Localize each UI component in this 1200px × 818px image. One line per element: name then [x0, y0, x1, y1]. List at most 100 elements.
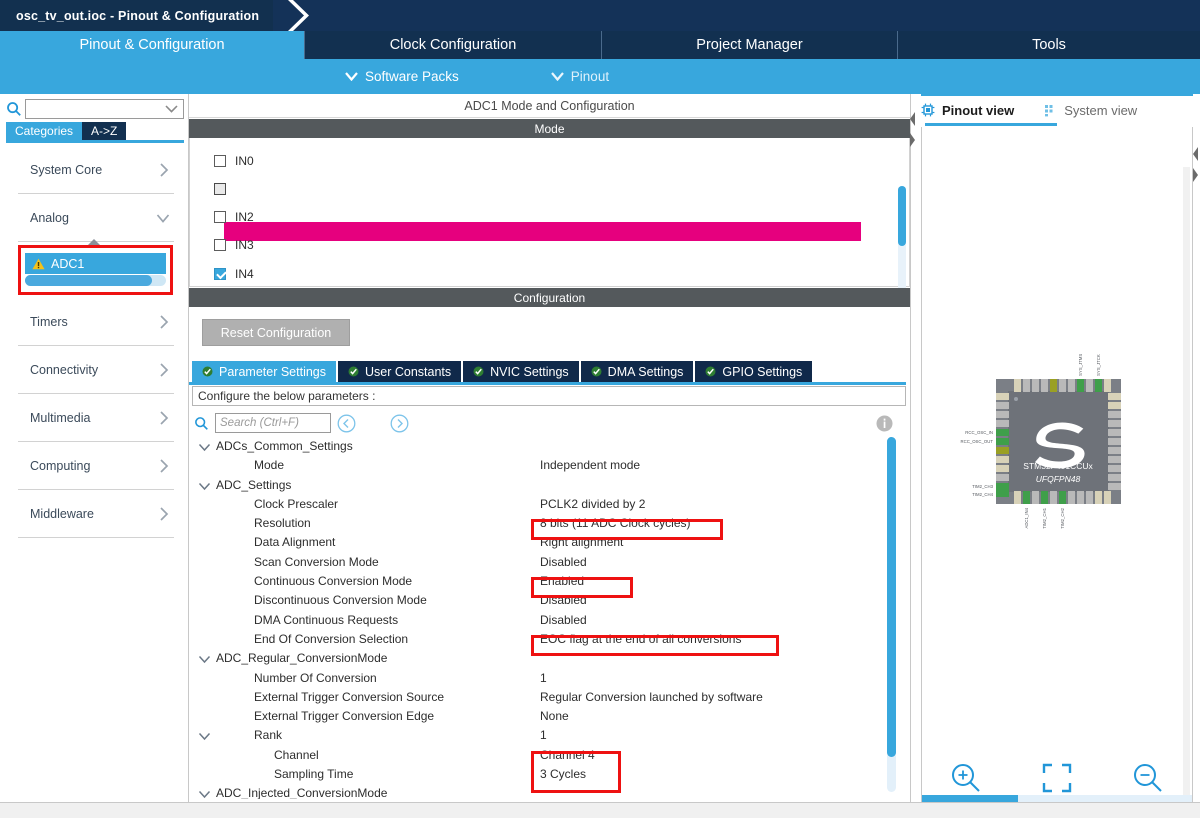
tree-row[interactable]: DMA Continuous Requests Disabled: [192, 611, 892, 630]
tab-label: Clock Configuration: [389, 37, 517, 53]
mode-scrollbar-thumb[interactable]: [898, 186, 906, 246]
tree-row[interactable]: Rank 1: [192, 726, 892, 745]
tree-row-value[interactable]: Disabled: [540, 555, 587, 569]
tree-row-value[interactable]: Disabled: [540, 593, 587, 607]
chip-diagram[interactable]: STM32F401CCUx UFQFPN48 RCC_OSC_IN RCC_OS…: [946, 337, 1186, 547]
tree-row[interactable]: External Trigger Conversion Edge None: [192, 707, 892, 726]
tree-row[interactable]: Clock Prescaler PCLK2 divided by 2: [192, 495, 892, 514]
reset-configuration-button[interactable]: Reset Configuration: [202, 319, 350, 346]
subnav-pinout[interactable]: Pinout: [550, 69, 609, 84]
collapse-left-icon[interactable]: [908, 111, 917, 127]
channel-row-in4[interactable]: IN4: [214, 263, 254, 285]
chevron-down-icon[interactable]: [165, 105, 178, 113]
prev-circle-icon[interactable]: [337, 414, 356, 433]
tree-row[interactable]: ADCs_Common_Settings: [192, 437, 892, 456]
tree-row-value[interactable]: 1: [540, 728, 547, 742]
chip-part-number: STM32F401CCUx: [1023, 461, 1093, 471]
tree-row[interactable]: Mode Independent mode: [192, 456, 892, 475]
tab-project-manager[interactable]: Project Manager: [602, 31, 898, 59]
chevron-down-icon[interactable]: [198, 481, 211, 491]
chevron-down-icon[interactable]: [198, 789, 211, 799]
sidebar-tab-a-to-z[interactable]: A->Z: [82, 122, 127, 140]
peripheral-search-input[interactable]: [25, 99, 184, 119]
chevron-down-icon[interactable]: [198, 731, 211, 741]
tab-user-constants[interactable]: User Constants: [338, 361, 462, 382]
tree-row-value[interactable]: Independent mode: [540, 458, 640, 472]
tree-row-value[interactable]: None: [540, 709, 569, 723]
tab-dma-settings[interactable]: DMA Settings: [580, 361, 694, 382]
next-circle-icon[interactable]: [390, 414, 409, 433]
tree-row[interactable]: Continuous Conversion Mode Enabled: [192, 572, 892, 591]
tree-row[interactable]: Number Of Conversion 1: [192, 669, 892, 688]
sidebar-item-middleware[interactable]: Middleware: [0, 490, 188, 538]
channel-checkbox-in4[interactable]: [214, 268, 226, 280]
subnav-software-packs[interactable]: Software Packs: [345, 69, 459, 84]
info-icon[interactable]: [876, 415, 893, 432]
channel-checkbox-in1[interactable]: [214, 183, 226, 195]
sidebar-item-computing[interactable]: Computing: [0, 442, 188, 490]
tab-gpio-settings[interactable]: GPIO Settings: [695, 361, 813, 382]
tree-row-value[interactable]: 8 bits (11 ADC Clock cycles): [540, 516, 691, 530]
sidebar-tab-categories[interactable]: Categories: [6, 122, 83, 140]
tree-row[interactable]: External Trigger Conversion Source Regul…: [192, 688, 892, 707]
zoom-in-icon[interactable]: [949, 761, 983, 795]
pinout-vertical-scrollbar[interactable]: [1183, 167, 1190, 818]
tree-row[interactable]: Resolution 8 bits (11 ADC Clock cycles): [192, 514, 892, 533]
tree-row[interactable]: ADC_Injected_ConversionMode: [192, 784, 892, 799]
tree-row-value[interactable]: 3 Cycles: [540, 767, 586, 781]
fit-to-screen-icon[interactable]: [1040, 761, 1074, 795]
tab-nvic-settings[interactable]: NVIC Settings: [463, 361, 579, 382]
grid-icon: [1045, 104, 1053, 116]
tab-system-view[interactable]: System view: [1044, 97, 1137, 123]
collapse-right-icon[interactable]: [1191, 146, 1200, 162]
tab-pinout-view[interactable]: Pinout view: [921, 97, 1014, 123]
expand-right-edge-icon[interactable]: [1191, 167, 1200, 183]
expand-right-icon[interactable]: [908, 132, 917, 148]
tree-scrollbar-thumb[interactable]: [887, 437, 896, 757]
chevron-right-icon: [160, 411, 169, 425]
tab-tools[interactable]: Tools: [898, 31, 1200, 59]
sidebar-item-multimedia[interactable]: Multimedia: [0, 394, 188, 442]
pinout-canvas-frame[interactable]: STM32F401CCUx UFQFPN48 RCC_OSC_IN RCC_OS…: [921, 127, 1193, 818]
channel-row-in3[interactable]: IN3: [214, 234, 254, 256]
sidebar-item-analog[interactable]: Analog: [0, 194, 188, 242]
tree-row[interactable]: End Of Conversion Selection EOC flag at …: [192, 630, 892, 649]
tree-row[interactable]: Scan Conversion Mode Disabled: [192, 553, 892, 572]
tab-pinout-configuration[interactable]: Pinout & Configuration: [0, 31, 305, 59]
channel-checkbox-in3[interactable]: [214, 239, 226, 251]
chip-package-graphic[interactable]: STM32F401CCUx UFQFPN48 RCC_OSC_IN RCC_OS…: [946, 337, 1186, 547]
channel-row-in2[interactable]: IN2: [214, 206, 254, 228]
channel-row-in0[interactable]: IN0: [214, 150, 254, 172]
tree-row[interactable]: Sampling Time 3 Cycles: [192, 765, 892, 784]
channel-checkbox-in2[interactable]: [214, 211, 226, 223]
tab-parameter-settings[interactable]: Parameter Settings: [192, 361, 336, 382]
tree-row[interactable]: Discontinuous Conversion Mode Disabled: [192, 591, 892, 610]
tree-row-value[interactable]: 1: [540, 671, 547, 685]
chevron-down-icon[interactable]: [198, 442, 211, 452]
parameter-search-input[interactable]: Search (Ctrl+F): [215, 413, 331, 433]
zoom-out-icon[interactable]: [1131, 761, 1165, 795]
tree-row-value[interactable]: PCLK2 divided by 2: [540, 497, 645, 511]
channel-checkbox-in0[interactable]: [214, 155, 226, 167]
chevron-down-icon[interactable]: [198, 654, 211, 664]
tree-row-value[interactable]: Enabled: [540, 574, 584, 588]
project-title: osc_tv_out.ioc - Pinout & Configuration: [16, 8, 260, 23]
search-icon[interactable]: [194, 416, 209, 431]
tree-row-value[interactable]: Channel 4: [540, 748, 595, 762]
tab-clock-configuration[interactable]: Clock Configuration: [305, 31, 602, 59]
tree-row[interactable]: Data Alignment Right alignment: [192, 533, 892, 552]
sidebar-item-connectivity[interactable]: Connectivity: [0, 346, 188, 394]
tree-row[interactable]: Channel Channel 4: [192, 746, 892, 765]
tree-row[interactable]: ADC_Regular_ConversionMode: [192, 649, 892, 668]
tree-row-value[interactable]: EOC flag at the end of all conversions: [540, 632, 741, 646]
tree-row-value[interactable]: Disabled: [540, 613, 587, 627]
mode-section-body: IN0 IN1 IN2 IN3 IN4: [189, 138, 910, 332]
search-icon[interactable]: [6, 101, 22, 117]
sidebar-item-adc1[interactable]: ADC1: [25, 253, 166, 274]
tree-row-value[interactable]: Regular Conversion launched by software: [540, 690, 763, 704]
sidebar-item-timers[interactable]: Timers: [0, 298, 188, 346]
tree-row[interactable]: ADC_Settings: [192, 476, 892, 495]
channel-row-in1[interactable]: IN1: [214, 178, 254, 200]
sidebar-item-system-core[interactable]: System Core: [0, 146, 188, 194]
tree-row-value[interactable]: Right alignment: [540, 535, 623, 549]
